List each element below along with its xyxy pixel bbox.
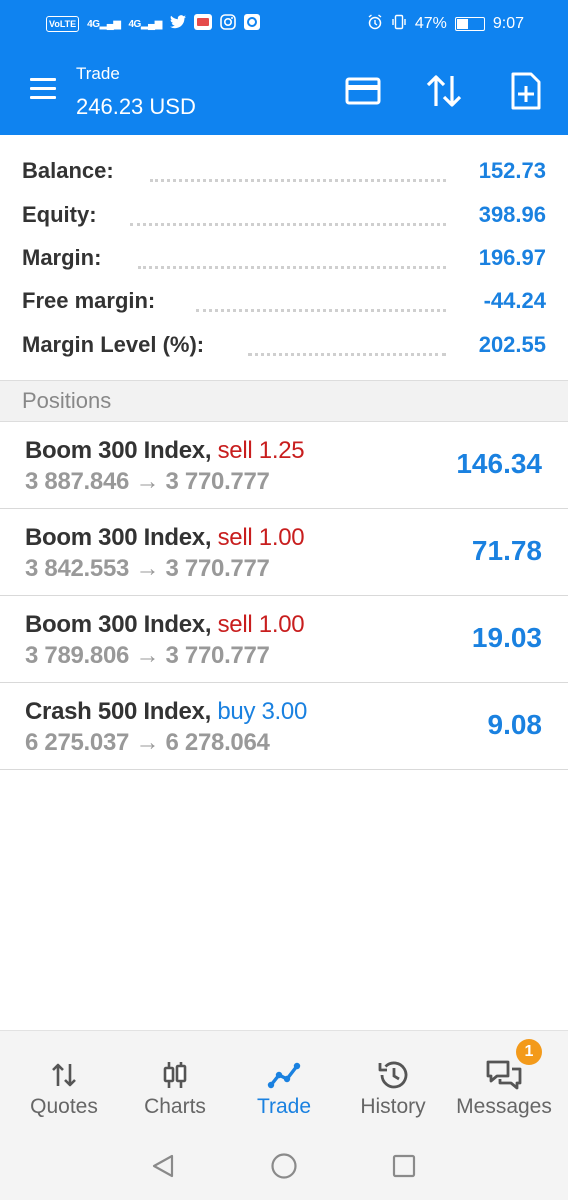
position-row[interactable]: Boom 300 Index, sell 1.00 3 789.806 → 3 … (0, 596, 568, 683)
network-type-1: 4G (87, 18, 100, 30)
nav-label: History (360, 1095, 426, 1118)
vibrate-icon (391, 14, 407, 35)
position-symbol: Boom 300 Index, (25, 524, 212, 551)
positions-section-header: Positions (0, 380, 568, 422)
home-circle-icon (271, 1153, 297, 1179)
app-bar: Trade 246.23 USD (0, 48, 568, 135)
status-bar: VoLTE 4G▂▄▆ 4G▂▄▆ 47% 9:07 (0, 0, 568, 48)
summary-label: Balance: (22, 158, 114, 183)
position-profit: 71.78 (471, 535, 542, 566)
dot-leader (138, 245, 446, 269)
position-prices: 3 789.806 → 3 770.777 (25, 642, 270, 669)
summary-label: Equity: (22, 202, 97, 227)
position-title: Boom 300 Index, sell 1.00 (25, 524, 305, 552)
account-balance-subtitle: 246.23 USD (76, 94, 196, 119)
position-prices: 3 887.846 → 3 770.777 (25, 468, 270, 495)
position-side: buy 3.00 (217, 698, 308, 725)
position-profit: 146.34 (456, 448, 542, 479)
charts-icon (155, 1059, 195, 1091)
hamburger-menu-icon[interactable] (26, 78, 60, 104)
sort-arrows-icon (426, 75, 462, 107)
nav-charts[interactable]: Charts (129, 1031, 221, 1132)
position-side: sell 1.00 (217, 611, 305, 638)
app-2-icon (243, 13, 260, 35)
sort-button[interactable] (421, 68, 467, 114)
summary-label: Free margin: (22, 288, 156, 313)
status-bar-right: 47% 9:07 (367, 13, 524, 35)
position-row[interactable]: Crash 500 Index, buy 3.00 6 275.037 → 6 … (0, 683, 568, 770)
section-title: Positions (22, 388, 112, 413)
summary-value: 398.96 (478, 202, 546, 227)
4g-signal-icon: 4G▂▄▆ (87, 18, 121, 30)
nav-label: Quotes (30, 1095, 98, 1118)
nav-messages[interactable]: 1 Messages (450, 1031, 558, 1132)
dot-leader (248, 332, 446, 356)
position-row[interactable]: Boom 300 Index, sell 1.00 3 842.553 → 3 … (0, 509, 568, 596)
position-prices: 3 842.553 → 3 770.777 (25, 555, 270, 582)
position-title: Boom 300 Index, sell 1.25 (25, 437, 305, 465)
messages-badge: 1 (516, 1039, 542, 1065)
dot-leader (130, 202, 446, 226)
new-order-button[interactable] (503, 68, 549, 114)
network-type-2: 4G (128, 18, 141, 30)
back-button[interactable] (148, 1151, 178, 1181)
nav-label: Messages (456, 1095, 552, 1118)
quotes-icon (44, 1059, 84, 1091)
page-title: Trade (76, 64, 120, 83)
history-icon (373, 1059, 413, 1091)
dot-leader (196, 288, 446, 312)
nav-label: Charts (144, 1095, 206, 1118)
volte-icon: VoLTE (46, 16, 80, 32)
summary-value: -44.24 (483, 288, 546, 313)
battery-percent: 47% (414, 15, 447, 32)
trade-icon (264, 1059, 304, 1091)
system-navigation-bar (0, 1131, 568, 1200)
instagram-icon (219, 13, 236, 35)
credit-card-button[interactable] (340, 68, 386, 114)
bottom-navigation: Quotes Charts Trade History 1 Messages (0, 1030, 568, 1131)
position-row[interactable]: Boom 300 Index, sell 1.25 3 887.846 → 3 … (0, 422, 568, 509)
summary-value: 202.55 (478, 332, 546, 357)
account-summary: Balance: 152.73 Equity: 398.96 Margin: 1… (0, 135, 568, 380)
status-bar-left: VoLTE 4G▂▄▆ 4G▂▄▆ (46, 13, 260, 35)
summary-row-margin: Margin: 196.97 (0, 237, 568, 280)
alarm-icon (367, 13, 383, 35)
summary-label: Margin: (22, 245, 102, 270)
credit-card-icon (345, 77, 381, 105)
summary-row-margin-level: Margin Level (%): 202.55 (0, 324, 568, 367)
summary-row-equity: Equity: 398.96 (0, 194, 568, 237)
app-icon (193, 13, 212, 35)
position-title: Boom 300 Index, sell 1.00 (25, 611, 305, 639)
back-triangle-icon (152, 1154, 174, 1178)
summary-label: Margin Level (%): (22, 332, 205, 357)
summary-row-free-margin: Free margin: -44.24 (0, 280, 568, 323)
nav-label: Trade (256, 1095, 312, 1118)
4g-signal-2-icon: 4G▂▄▆ (128, 18, 162, 30)
position-symbol: Boom 300 Index, (25, 611, 212, 638)
new-document-icon (511, 72, 541, 110)
home-button[interactable] (269, 1151, 299, 1181)
summary-value: 196.97 (478, 245, 546, 270)
battery-icon (454, 17, 485, 31)
summary-value: 152.73 (478, 158, 546, 183)
messages-icon: 1 (484, 1039, 542, 1091)
clock: 9:07 (492, 15, 524, 32)
battery-level (456, 19, 468, 29)
position-side: sell 1.25 (217, 437, 305, 464)
recents-square-icon (392, 1154, 416, 1178)
nav-trade[interactable]: Trade (238, 1031, 330, 1132)
position-profit: 9.08 (487, 709, 543, 740)
nav-quotes[interactable]: Quotes (18, 1031, 110, 1132)
dot-leader (150, 158, 446, 182)
position-symbol: Boom 300 Index, (25, 437, 212, 464)
summary-row-balance: Balance: 152.73 (0, 150, 568, 193)
nav-history[interactable]: History (347, 1031, 439, 1132)
recents-button[interactable] (389, 1151, 419, 1181)
position-title: Crash 500 Index, buy 3.00 (25, 698, 307, 726)
position-side: sell 1.00 (217, 524, 305, 551)
position-symbol: Crash 500 Index, (25, 698, 211, 725)
position-prices: 6 275.037 → 6 278.064 (25, 729, 270, 756)
position-profit: 19.03 (471, 622, 542, 653)
twitter-icon (169, 15, 186, 33)
